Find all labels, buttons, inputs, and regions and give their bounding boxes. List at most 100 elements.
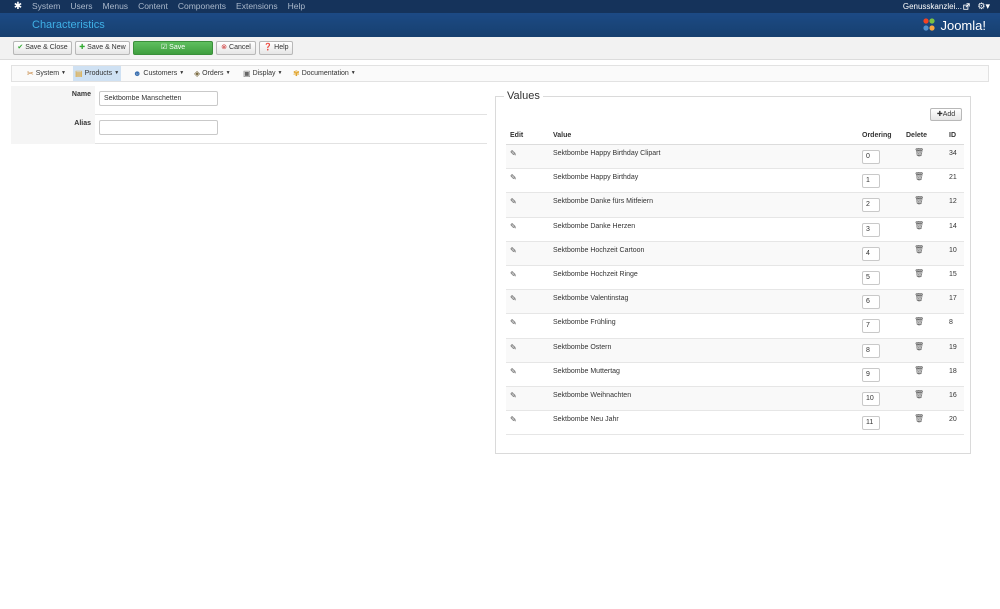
ordering-input[interactable]: 1 (862, 174, 880, 189)
page-title: Characteristics (32, 19, 105, 31)
trash-icon[interactable]: 🗑 (914, 172, 924, 181)
ordering-input[interactable]: 11 (862, 416, 880, 431)
menu-users[interactable]: Users (70, 0, 92, 13)
pencil-icon[interactable]: ✎ (510, 270, 517, 279)
ordering-input[interactable]: 7 (862, 319, 880, 334)
save-button[interactable]: ☑ Save (133, 41, 213, 55)
values-table-body: ✎ Sektbombe Happy Birthday Clipart 0 🗑 34 ✎ Se… (506, 145, 964, 436)
value-text: Sektbombe Valentinstag (553, 295, 629, 303)
value-text: Sektbombe Danke fürs Mitfeiern (553, 198, 653, 206)
table-row: ✎ Sektbombe Danke Herzen 3 🗑 14 (506, 218, 964, 242)
table-row: ✎ Sektbombe Valentinstag 6 🗑 17 (506, 290, 964, 315)
pencil-icon[interactable]: ✎ (510, 343, 517, 352)
menu-system[interactable]: System (32, 0, 60, 13)
pencil-icon[interactable]: ✎ (510, 415, 517, 424)
value-text: Sektbombe Frühling (553, 319, 616, 327)
trash-icon[interactable]: 🗑 (914, 196, 924, 205)
ordering-input[interactable]: 3 (862, 222, 880, 237)
nav-display[interactable]: ▣ Display ▼ (241, 66, 284, 81)
values-table-header: Edit Value Ordering Delete ID (506, 131, 964, 145)
trash-icon[interactable]: 🗑 (914, 148, 924, 157)
pencil-icon[interactable]: ✎ (510, 294, 517, 303)
menu-content[interactable]: Content (138, 0, 168, 13)
value-text: Sektbombe Weihnachten (553, 391, 632, 399)
wrench-icon: ✂ (27, 69, 34, 78)
alias-label: Alias (11, 115, 95, 144)
add-value-button[interactable]: ✚Add (930, 108, 962, 121)
trash-icon[interactable]: 🗑 (914, 366, 924, 375)
nav-documentation[interactable]: ✾ Documentation ▼ (291, 66, 358, 81)
save-new-button[interactable]: ✚ Save & New (75, 41, 130, 55)
value-text: Sektbombe Hochzeit Ringe (553, 270, 638, 278)
pencil-icon[interactable]: ✎ (510, 149, 517, 158)
ordering-input[interactable]: 4 (862, 246, 880, 261)
pencil-icon[interactable]: ✎ (510, 197, 517, 206)
ordering-input[interactable]: 0 (862, 150, 880, 164)
menu-menus[interactable]: Menus (103, 0, 129, 13)
nav-customers[interactable]: ☻ Customers ▼ (131, 66, 186, 81)
ordering-input[interactable]: 10 (862, 391, 880, 406)
nav-system-label: System (35, 70, 60, 77)
nav-orders-label: Orders (202, 70, 224, 77)
name-field[interactable] (99, 91, 218, 106)
col-edit: Edit (510, 132, 524, 139)
table-row: ✎ Sektbombe Hochzeit Ringe 5 🗑 15 (506, 266, 964, 291)
ordering-input[interactable]: 5 (862, 270, 880, 285)
gear-icon[interactable]: ⚙▾ (977, 1, 990, 12)
characteristic-form: Name Alias (11, 86, 487, 144)
trash-icon[interactable]: 🗑 (914, 245, 924, 254)
value-id: 16 (949, 391, 957, 399)
col-value: Value (553, 132, 572, 139)
save-close-button[interactable]: ✔ Save & Close (13, 41, 72, 55)
ordering-input[interactable]: 2 (862, 198, 880, 213)
nav-products-label: Products (84, 70, 113, 77)
value-text: Sektbombe Muttertag (553, 367, 620, 375)
component-nav: ✂ System ▼ ▤ Products ▼ ☻ Customers ▼ ◈ Ord… (11, 65, 989, 82)
pencil-icon[interactable]: ✎ (510, 246, 517, 255)
trash-icon[interactable]: 🗑 (914, 221, 924, 230)
value-id: 15 (949, 270, 957, 278)
help-button[interactable]: ❓ Help (259, 41, 293, 55)
value-id: 18 (949, 367, 957, 375)
trash-icon[interactable]: 🗑 (914, 293, 924, 302)
external-link-icon (963, 3, 970, 10)
ordering-input[interactable]: 9 (862, 367, 880, 382)
table-row: ✎ Sektbombe Happy Birthday Clipart 0 🗑 34 (506, 145, 964, 170)
caret-icon: ▼ (61, 70, 66, 76)
trash-icon[interactable]: 🗑 (914, 269, 924, 278)
caret-icon: ▼ (277, 70, 283, 76)
pencil-icon[interactable]: ✎ (510, 222, 517, 231)
menu-help[interactable]: Help (288, 0, 305, 13)
site-name-link[interactable]: Genusskanzlei... (903, 0, 962, 13)
nav-system[interactable]: ✂ System ▼ (25, 66, 68, 81)
ordering-input[interactable]: 8 (862, 343, 880, 358)
cancel-button[interactable]: ⊗ Cancel (216, 41, 256, 55)
value-id: 8 (949, 319, 953, 327)
pencil-icon[interactable]: ✎ (510, 173, 517, 182)
joomla-logo-icon[interactable]: ✱ (12, 1, 24, 12)
cancel-icon: ⊗ (221, 44, 228, 51)
value-text: Sektbombe Happy Birthday (553, 174, 639, 182)
ordering-input[interactable]: 6 (862, 295, 880, 310)
menu-components[interactable]: Components (178, 0, 226, 13)
alias-field[interactable] (99, 120, 218, 135)
menu-extensions[interactable]: Extensions (236, 0, 278, 13)
save-close-label: Save & Close (25, 44, 68, 51)
table-row: ✎ Sektbombe Hochzeit Cartoon 4 🗑 10 (506, 241, 964, 266)
name-label: Name (11, 86, 95, 115)
name-row: Name (11, 86, 487, 115)
pencil-icon[interactable]: ✎ (510, 318, 517, 327)
trash-icon[interactable]: 🗑 (914, 390, 924, 399)
pencil-icon[interactable]: ✎ (510, 391, 517, 400)
save-new-label: Save & New (87, 44, 126, 51)
pencil-icon[interactable]: ✎ (510, 367, 517, 376)
joomla-brand-icon (923, 18, 936, 31)
trash-icon[interactable]: 🗑 (914, 342, 924, 351)
joomla-brand: Joomla! (921, 16, 986, 34)
trash-icon[interactable]: 🗑 (914, 317, 924, 326)
check-icon: ✔ (17, 44, 24, 51)
nav-products[interactable]: ▤ Products ▼ (73, 66, 122, 81)
nav-orders[interactable]: ◈ Orders ▼ (192, 66, 233, 81)
trash-icon[interactable]: 🗑 (914, 414, 924, 423)
admin-menu: System Users Menus Content Components Ex… (32, 0, 315, 13)
